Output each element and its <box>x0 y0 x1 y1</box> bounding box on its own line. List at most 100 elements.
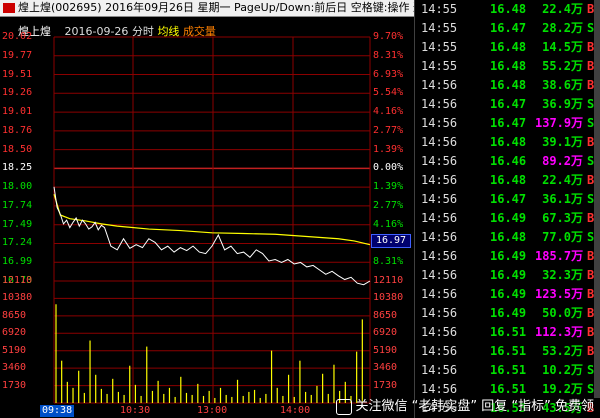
tick-time: 14:55 <box>421 21 458 35</box>
tick-row[interactable]: 14:55 16.47 28.2万 S <box>415 19 600 38</box>
tick-row[interactable]: 14:56 16.49 185.7万 B <box>415 247 600 266</box>
tick-time: 14:56 <box>421 306 458 320</box>
tick-row[interactable]: 14:56 16.48 39.1万 B <box>415 133 600 152</box>
tick-time: 14:56 <box>421 268 458 282</box>
time-tick-label: 10:30 <box>120 405 151 416</box>
app-icon <box>3 3 15 13</box>
tick-row[interactable]: 14:56 16.51 10.2万 S <box>415 361 600 380</box>
volume-tick-label: 6920 <box>373 327 398 339</box>
percent-tick-label: 1.39% <box>373 143 404 155</box>
tick-price: 16.51 <box>490 344 527 358</box>
volume-tick-label: 3460 <box>373 362 398 374</box>
tick-row[interactable]: 14:55 16.48 14.5万 B <box>415 38 600 57</box>
tick-price: 16.47 <box>490 192 527 206</box>
tick-price: 16.48 <box>490 59 527 73</box>
time-tick-label: 09:38 <box>40 405 75 417</box>
tick-detail-panel[interactable]: 14:55 16.48 22.4万 B 14:55 16.47 28.2万 S 14:55 16.… <box>414 0 600 418</box>
tick-row[interactable]: 14:56 16.46 89.2万 S <box>415 152 600 171</box>
tick-price: 16.48 <box>490 2 527 16</box>
tick-row[interactable]: 14:56 16.49 67.3万 B <box>415 209 600 228</box>
price-tick-label: 16.99 <box>2 256 33 268</box>
tick-time: 14:56 <box>421 173 458 187</box>
chart-date: 2016-09-26 <box>64 25 129 38</box>
percent-tick-label: 2.77% <box>373 124 404 136</box>
price-tick-label: 20.02 <box>2 31 33 42</box>
current-price-marker: 16.97 <box>371 234 411 248</box>
intraday-chart[interactable]: 煌上煌 2016-09-26 分时 均线 成交量 20.02 19.77 19.51… <box>0 17 414 418</box>
percent-tick-label: 6.93% <box>373 68 404 80</box>
percent-tick-label: 0.00% <box>373 162 404 174</box>
tick-time: 14:56 <box>421 97 458 111</box>
price-tick-label: 18.00 <box>2 181 33 193</box>
volume-tick-label: 3460 <box>2 362 27 374</box>
percent-tick-label: 4.16% <box>373 218 404 230</box>
tick-volume: 53.2万 <box>542 344 583 358</box>
tick-time: 14:56 <box>421 363 458 377</box>
price-tick-label: 17.24 <box>2 237 33 249</box>
tick-volume: 89.2万 <box>542 154 583 168</box>
tick-time: 14:55 <box>421 2 458 16</box>
tick-row[interactable]: 14:56 16.47 36.9万 S <box>415 95 600 114</box>
tick-volume: 39.1万 <box>542 135 583 149</box>
tick-row[interactable]: 14:55 16.48 55.2万 B <box>415 57 600 76</box>
tick-row[interactable]: 14:56 16.49 123.5万 B <box>415 285 600 304</box>
tick-volume: 36.1万 <box>542 192 583 206</box>
tick-time: 14:56 <box>421 116 458 130</box>
price-tick-label: 19.51 <box>2 68 33 80</box>
volume-tick-label: 12110 <box>2 275 33 286</box>
tick-price: 16.49 <box>490 306 527 320</box>
tick-time: 14:56 <box>421 192 458 206</box>
tick-row[interactable]: 14:56 16.47 36.1万 S <box>415 190 600 209</box>
tick-row[interactable]: 14:55 16.48 22.4万 B <box>415 0 600 19</box>
tick-volume: 123.5万 <box>535 287 584 301</box>
tick-time: 14:56 <box>421 230 458 244</box>
price-tick-label: 19.01 <box>2 106 33 118</box>
tick-time: 14:56 <box>421 344 458 358</box>
tick-row[interactable]: 14:56 16.49 50.0万 B <box>415 304 600 323</box>
tick-row[interactable]: 14:56 16.48 77.0万 S <box>415 228 600 247</box>
tick-price: 16.48 <box>490 78 527 92</box>
tick-row[interactable]: 14:56 16.48 22.4万 B <box>415 171 600 190</box>
tick-price: 16.49 <box>490 268 527 282</box>
tick-volume: 38.6万 <box>542 78 583 92</box>
tick-row[interactable]: 14:56 16.48 38.6万 B <box>415 76 600 95</box>
tick-price: 16.49 <box>490 287 527 301</box>
price-tick-label: 18.50 <box>2 143 33 155</box>
tick-time: 14:56 <box>421 211 458 225</box>
volume-legend: 成交量 <box>182 25 216 38</box>
tick-volume: 50.0万 <box>542 306 583 320</box>
tick-time: 14:56 <box>421 154 458 168</box>
time-tick-label: 13:00 <box>197 405 228 416</box>
tick-row[interactable]: 14:56 16.51 53.2万 B <box>415 342 600 361</box>
watermark-text: 关注微信 “老韩实盘” 回复 “指标” 免费领 <box>355 399 594 414</box>
tick-volume: 77.0万 <box>542 230 583 244</box>
price-tick-label: 17.49 <box>2 218 33 230</box>
tick-volume: 28.2万 <box>542 21 583 35</box>
tick-row[interactable]: 14:56 16.47 137.9万 S <box>415 114 600 133</box>
volume-tick-label: 8650 <box>373 309 398 321</box>
tick-price: 16.49 <box>490 249 527 263</box>
tick-volume: 14.5万 <box>542 40 583 54</box>
volume-tick-label: 12110 <box>373 275 404 286</box>
tick-volume: 185.7万 <box>535 249 584 263</box>
tick-volume: 112.3万 <box>535 325 584 339</box>
volume-tick-label: 1730 <box>2 379 27 391</box>
tick-time: 14:55 <box>421 59 458 73</box>
chart-canvas <box>0 17 414 418</box>
scrollbar[interactable] <box>594 0 600 398</box>
tick-volume: 137.9万 <box>535 116 584 130</box>
tick-price: 16.49 <box>490 211 527 225</box>
tick-row[interactable]: 14:56 16.51 112.3万 B <box>415 323 600 342</box>
tick-volume: 32.3万 <box>542 268 583 282</box>
price-tick-label: 18.25 <box>2 162 33 174</box>
tick-volume: 22.4万 <box>542 173 583 187</box>
chart-mode: 分时 <box>131 25 154 38</box>
volume-tick-label: 1730 <box>373 379 398 391</box>
tick-row[interactable]: 14:56 16.49 32.3万 B <box>415 266 600 285</box>
volume-tick-label: 6920 <box>2 327 27 339</box>
percent-tick-label: 2.77% <box>373 199 404 211</box>
tick-volume: 10.2万 <box>542 363 583 377</box>
price-tick-label: 19.26 <box>2 87 33 99</box>
window-title: 煌上煌(002695) 2016年09月26日 星期一 PageUp/Down:… <box>18 1 414 14</box>
volume-tick-label: 10380 <box>2 292 33 304</box>
